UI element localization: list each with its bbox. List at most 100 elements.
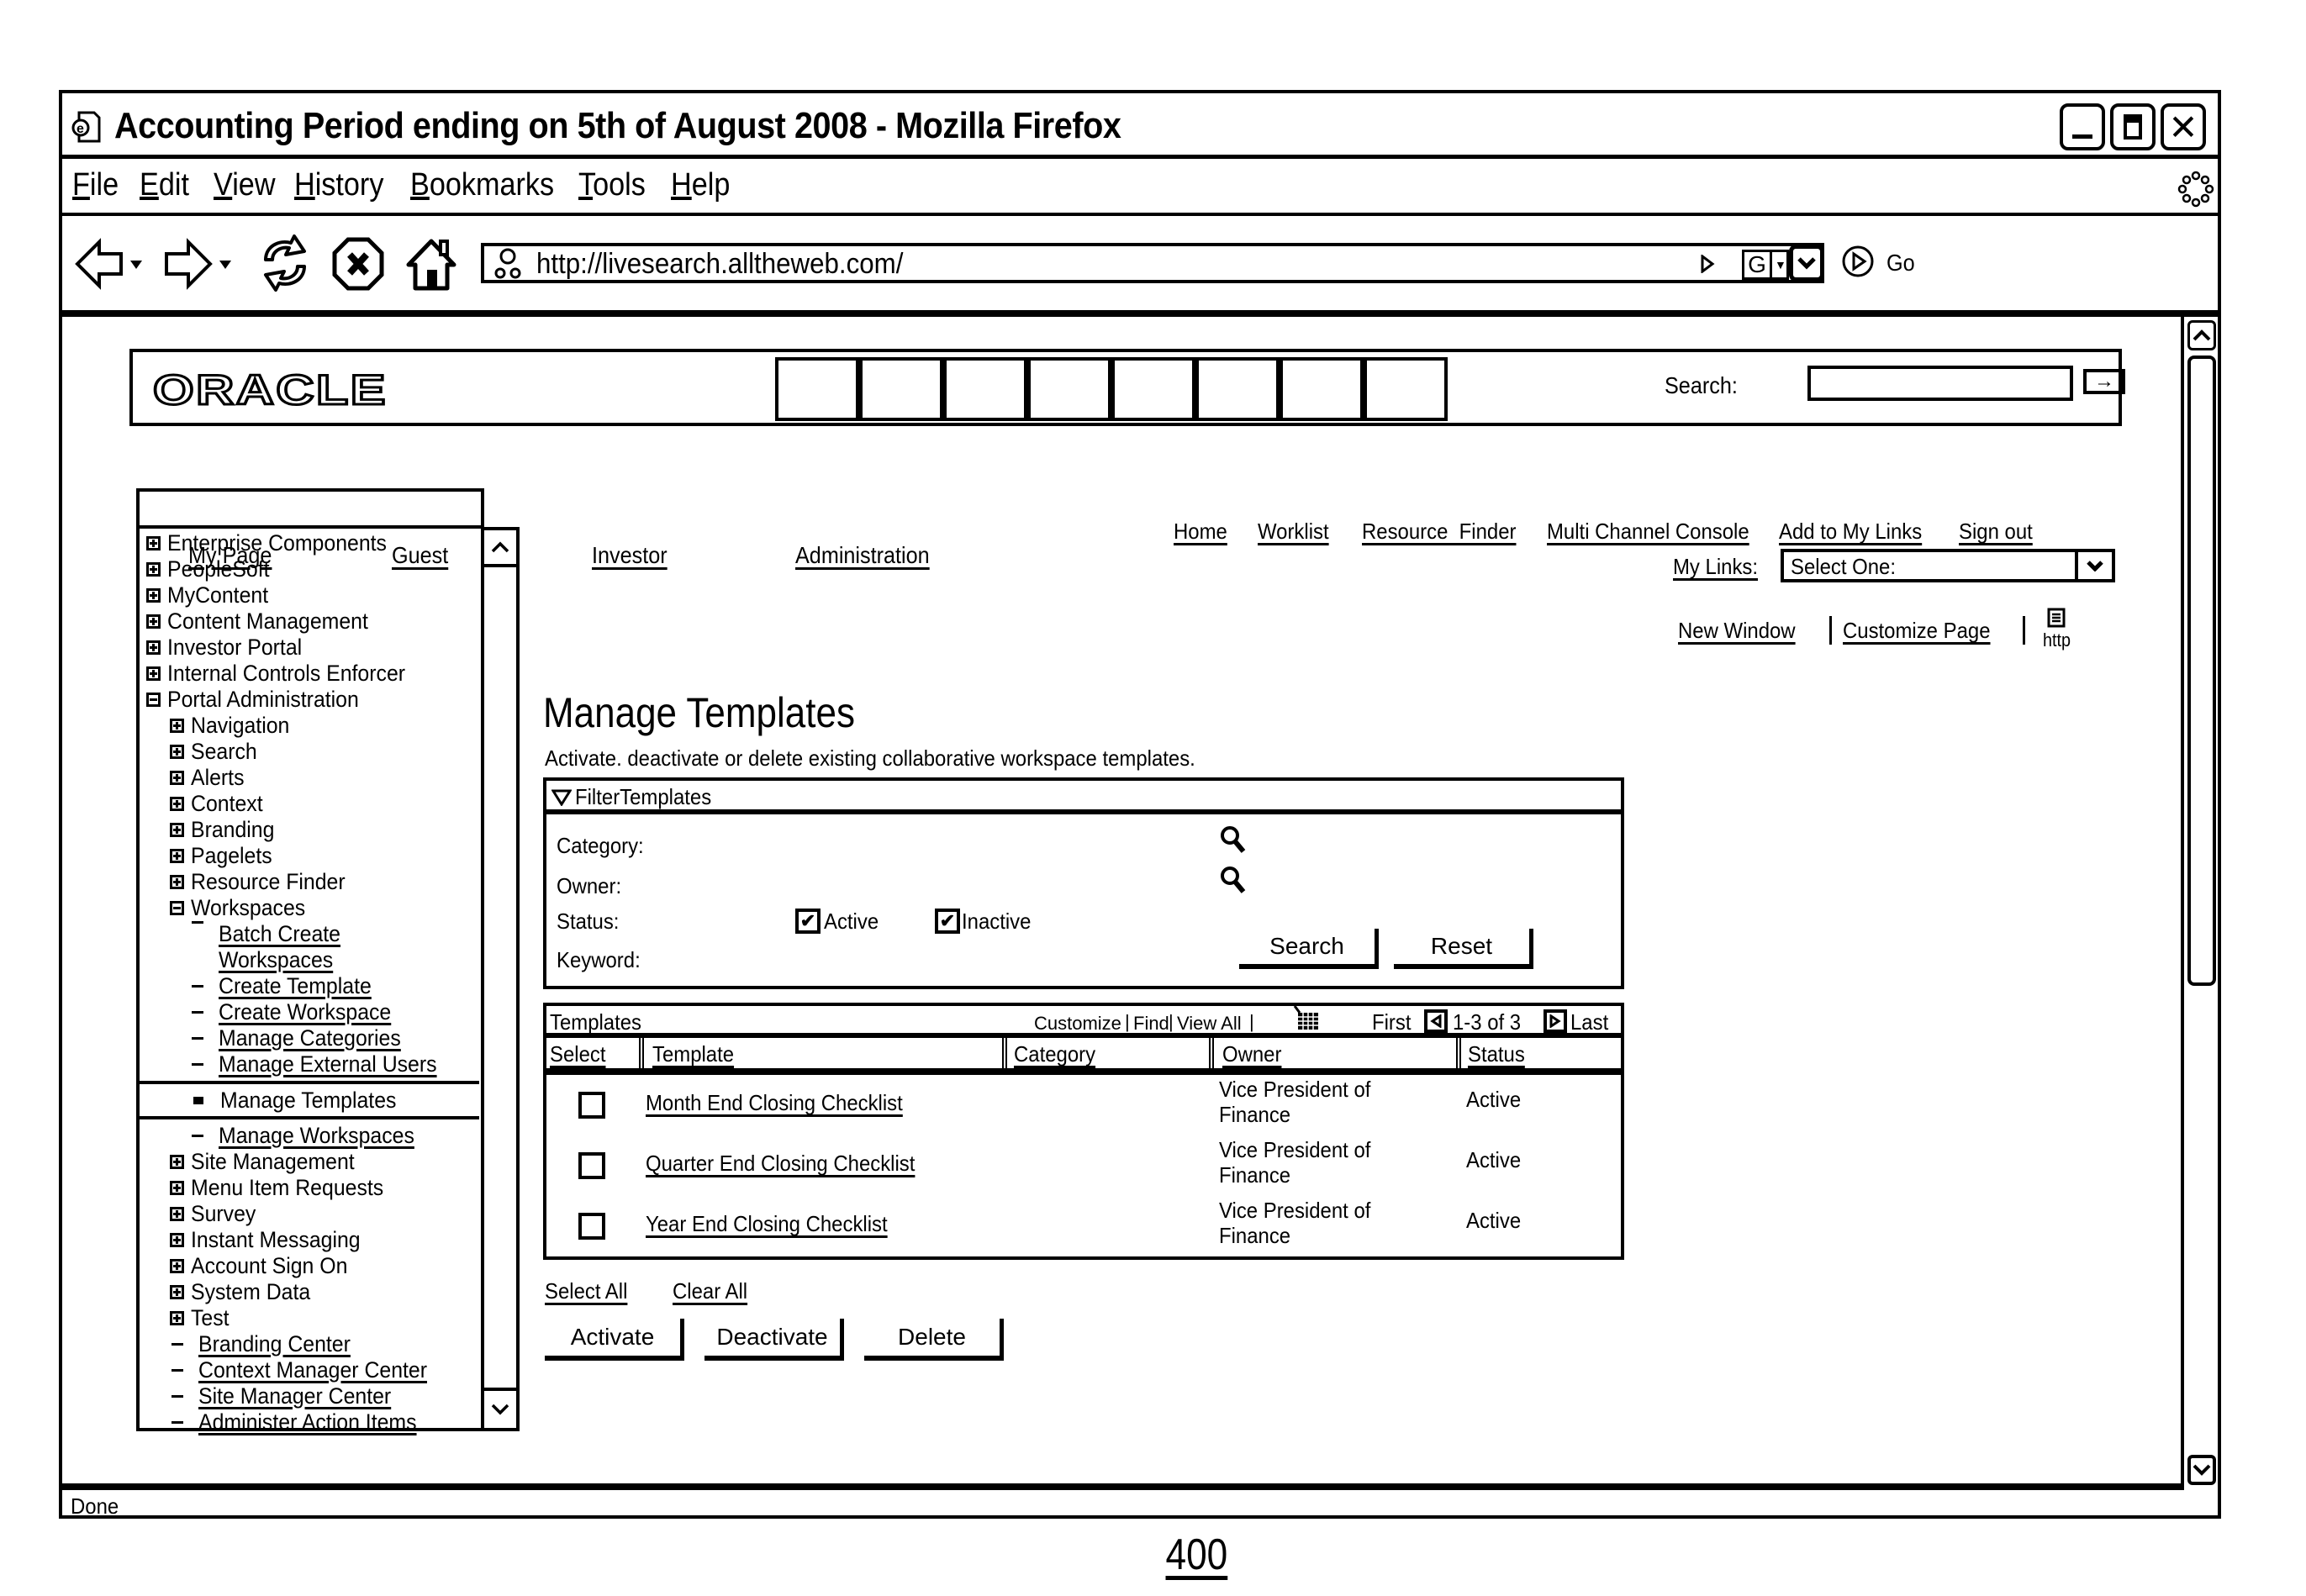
row-select-checkbox[interactable] <box>578 1152 605 1179</box>
expand-icon[interactable] <box>170 1233 184 1247</box>
reset-button[interactable]: Reset <box>1394 929 1533 969</box>
go-icon[interactable] <box>1841 245 1875 278</box>
tree-item-instant-messaging[interactable]: Instant Messaging <box>143 1227 479 1253</box>
header-search-input[interactable] <box>1807 366 2073 401</box>
tree-item-label[interactable]: Administer Action Items <box>198 1409 417 1435</box>
filter-header[interactable]: FilterTemplates <box>546 781 1621 814</box>
tree-item-resource-finder[interactable]: Resource Finder <box>143 869 479 895</box>
go-label[interactable]: Go <box>1886 250 1915 277</box>
tree-item-label[interactable]: Portal Administration <box>167 687 359 713</box>
tree-item-navigation[interactable]: Navigation <box>143 713 479 739</box>
tree-item-label[interactable]: Create Template <box>219 973 372 999</box>
tree-item-label[interactable]: System Data <box>191 1279 310 1305</box>
page-scrollbar[interactable] <box>2181 317 2218 1490</box>
tree-item-alerts[interactable]: Alerts <box>143 765 479 791</box>
tree-item-pagelets[interactable]: Pagelets <box>143 843 479 869</box>
tree-item-manage-categories[interactable]: Manage Categories <box>143 1025 479 1051</box>
link-home[interactable]: Home <box>1174 519 1227 545</box>
back-dropdown-icon[interactable] <box>129 260 143 270</box>
expand-icon[interactable] <box>146 588 161 603</box>
status-inactive-checkbox[interactable]: ✔ <box>935 909 960 934</box>
tree-item-enterprise-components[interactable]: Enterprise Components <box>143 530 479 556</box>
forward-button[interactable] <box>163 238 214 290</box>
tree-item-label[interactable]: Site Manager Center <box>198 1383 391 1409</box>
tree-item-branding[interactable]: Branding <box>143 817 479 843</box>
status-active-checkbox[interactable]: ✔ <box>795 909 821 934</box>
tree-item-label[interactable]: Search <box>191 739 257 765</box>
header-tab-box[interactable] <box>1027 357 1111 421</box>
expand-icon[interactable] <box>170 875 184 889</box>
tab-administration[interactable]: Administration <box>795 542 930 569</box>
expand-icon[interactable] <box>170 823 184 837</box>
tree-item-menu-item-requests[interactable]: Menu Item Requests <box>143 1175 479 1201</box>
search-engine-selector[interactable]: G ▼ <box>1742 250 1789 280</box>
grid-prev-button[interactable] <box>1424 1009 1448 1033</box>
menu-bookmarks[interactable]: Bookmarks <box>410 167 554 203</box>
select-dropdown-button[interactable] <box>2075 552 2112 579</box>
url-bar[interactable]: http://livesearch.alltheweb.com/ G ▼ <box>481 243 1824 283</box>
owner-lookup-icon[interactable] <box>1219 865 1248 895</box>
grid-find-link[interactable]: Find <box>1133 1013 1169 1035</box>
tree-item-label[interactable]: Investor Portal <box>167 635 302 661</box>
url-history-dropdown[interactable] <box>1789 245 1824 282</box>
row-select-checkbox[interactable] <box>578 1213 605 1240</box>
expand-icon[interactable] <box>146 536 161 550</box>
column-header-select[interactable]: Select <box>550 1041 605 1067</box>
tree-scroll-up-button[interactable] <box>484 530 516 567</box>
grid-next-button[interactable] <box>1543 1009 1567 1033</box>
menu-view[interactable]: View <box>214 167 276 203</box>
menu-history[interactable]: History <box>294 167 383 203</box>
tree-item-content-management[interactable]: Content Management <box>143 608 479 635</box>
tree-item-search[interactable]: Search <box>143 739 479 765</box>
column-header-owner[interactable]: Owner <box>1222 1041 1281 1067</box>
expand-icon[interactable] <box>170 797 184 811</box>
deactivate-button[interactable]: Deactivate <box>704 1319 844 1361</box>
header-tab-box[interactable] <box>1195 357 1280 421</box>
header-tab-box[interactable] <box>1364 357 1448 421</box>
tree-item-label[interactable]: Batch Create Workspaces <box>219 921 358 973</box>
header-tab-box[interactable] <box>1111 357 1195 421</box>
tree-item-test[interactable]: Test <box>143 1305 479 1331</box>
tree-item-account-sign-on[interactable]: Account Sign On <box>143 1253 479 1279</box>
link-worklist[interactable]: Worklist <box>1258 519 1329 545</box>
template-link[interactable]: Year End Closing Checklist <box>646 1211 888 1237</box>
header-tab-box[interactable] <box>943 357 1027 421</box>
tree-item-label[interactable]: Manage Workspaces <box>219 1123 414 1149</box>
tree-item-mycontent[interactable]: MyContent <box>143 582 479 608</box>
tree-item-create-template[interactable]: Create Template <box>143 973 479 999</box>
tree-item-site-manager-center[interactable]: Site Manager Center <box>143 1383 479 1409</box>
menu-file[interactable]: File <box>72 167 119 203</box>
activate-button[interactable]: Activate <box>545 1319 684 1361</box>
tree-item-label[interactable]: Context <box>191 791 263 817</box>
stop-icon[interactable] <box>331 236 385 292</box>
column-header-category[interactable]: Category <box>1014 1041 1095 1067</box>
link-multi-channel-console[interactable]: Multi Channel Console <box>1547 519 1749 545</box>
home-icon[interactable] <box>404 234 459 293</box>
clear-all-link[interactable]: Clear All <box>673 1278 747 1304</box>
row-select-checkbox[interactable] <box>578 1092 605 1119</box>
expand-icon[interactable] <box>146 562 161 577</box>
back-button[interactable] <box>74 238 124 290</box>
tree-item-label[interactable]: Branding Center <box>198 1331 351 1357</box>
tree-item-label[interactable]: Pagelets <box>191 843 272 869</box>
delete-button[interactable]: Delete <box>864 1319 1004 1361</box>
expand-icon[interactable] <box>146 614 161 629</box>
link-new-window[interactable]: New Window <box>1678 618 1796 644</box>
tree-item-workspaces[interactable]: Workspaces <box>143 895 479 921</box>
maximize-button[interactable] <box>2110 103 2156 150</box>
reload-icon[interactable] <box>257 231 313 295</box>
tree-item-manage-templates[interactable]: Manage Templates <box>140 1081 479 1119</box>
tree-item-survey[interactable]: Survey <box>143 1201 479 1227</box>
expand-icon[interactable] <box>170 719 184 733</box>
select-all-link[interactable]: Select All <box>545 1278 627 1304</box>
tree-item-label[interactable]: PeopleSoft <box>167 556 270 582</box>
tree-item-label[interactable]: Menu Item Requests <box>191 1175 383 1201</box>
tree-item-label[interactable]: Content Management <box>167 608 368 635</box>
expand-icon[interactable] <box>170 1207 184 1221</box>
play-arrow-icon[interactable] <box>1700 255 1715 273</box>
page-scroll-thumb[interactable] <box>2187 356 2216 986</box>
tab-investor[interactable]: Investor <box>592 542 668 569</box>
collapse-icon[interactable] <box>146 693 161 707</box>
tree-item-label[interactable]: Branding <box>191 817 274 843</box>
tree-item-manage-workspaces[interactable]: Manage Workspaces <box>143 1123 479 1149</box>
